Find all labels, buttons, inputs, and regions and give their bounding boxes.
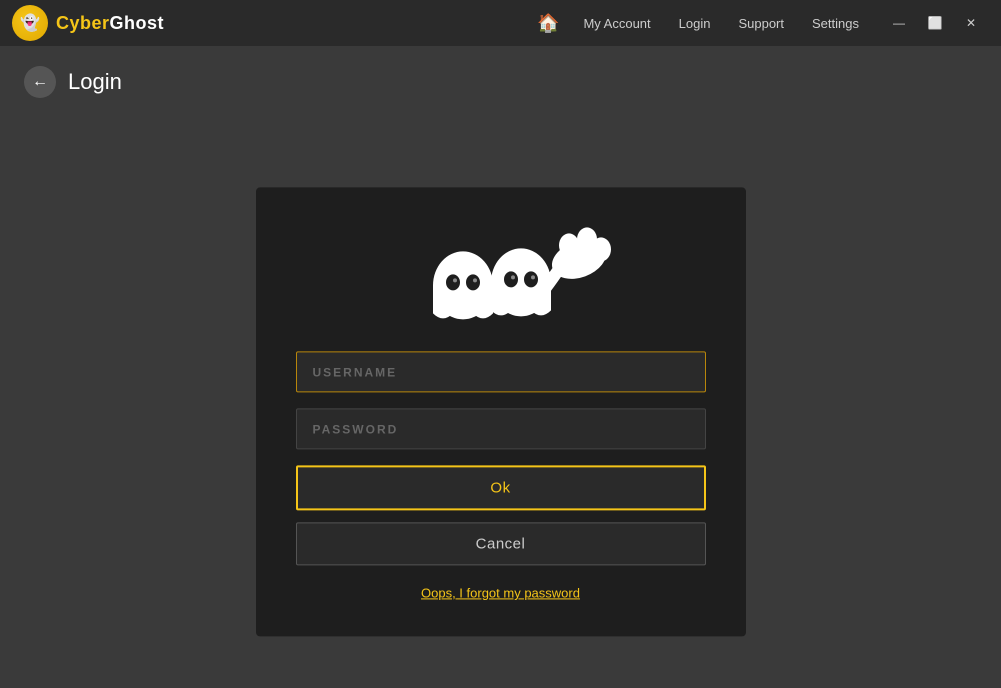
password-group [296,408,706,449]
back-icon: ← [32,73,48,91]
close-button[interactable]: ✕ [953,8,989,38]
titlebar: 👻 CyberGhost 🏠 My Account Login Support … [0,0,1001,46]
logo-text: CyberGhost [56,13,164,34]
ghost-mascot [391,217,611,327]
nav-settings[interactable]: Settings [798,0,873,46]
window-controls: — ⬜ ✕ [881,8,989,38]
nav-links: 🏠 My Account Login Support Settings [527,0,873,46]
logo-area: 👻 CyberGhost [12,5,164,41]
nav-support[interactable]: Support [724,0,798,46]
mascot-svg [391,217,611,327]
back-button[interactable]: ← [24,66,56,98]
page-header: ← Login [24,66,977,98]
nav-my-account[interactable]: My Account [569,0,664,46]
maximize-button[interactable]: ⬜ [917,8,953,38]
nav-home-icon[interactable]: 🏠 [527,13,569,34]
password-input[interactable] [296,408,706,449]
page-content: ← Login [0,46,1001,688]
cancel-button[interactable]: Cancel [296,522,706,565]
page-title: Login [68,69,122,95]
logo-icon: 👻 [12,5,48,41]
forgot-password-link[interactable]: Oops, I forgot my password [421,585,580,600]
login-card: Ok Cancel Oops, I forgot my password [256,187,746,636]
username-group [296,351,706,392]
ok-button[interactable]: Ok [296,465,706,510]
username-input[interactable] [296,351,706,392]
nav-login[interactable]: Login [665,0,725,46]
minimize-button[interactable]: — [881,8,917,38]
